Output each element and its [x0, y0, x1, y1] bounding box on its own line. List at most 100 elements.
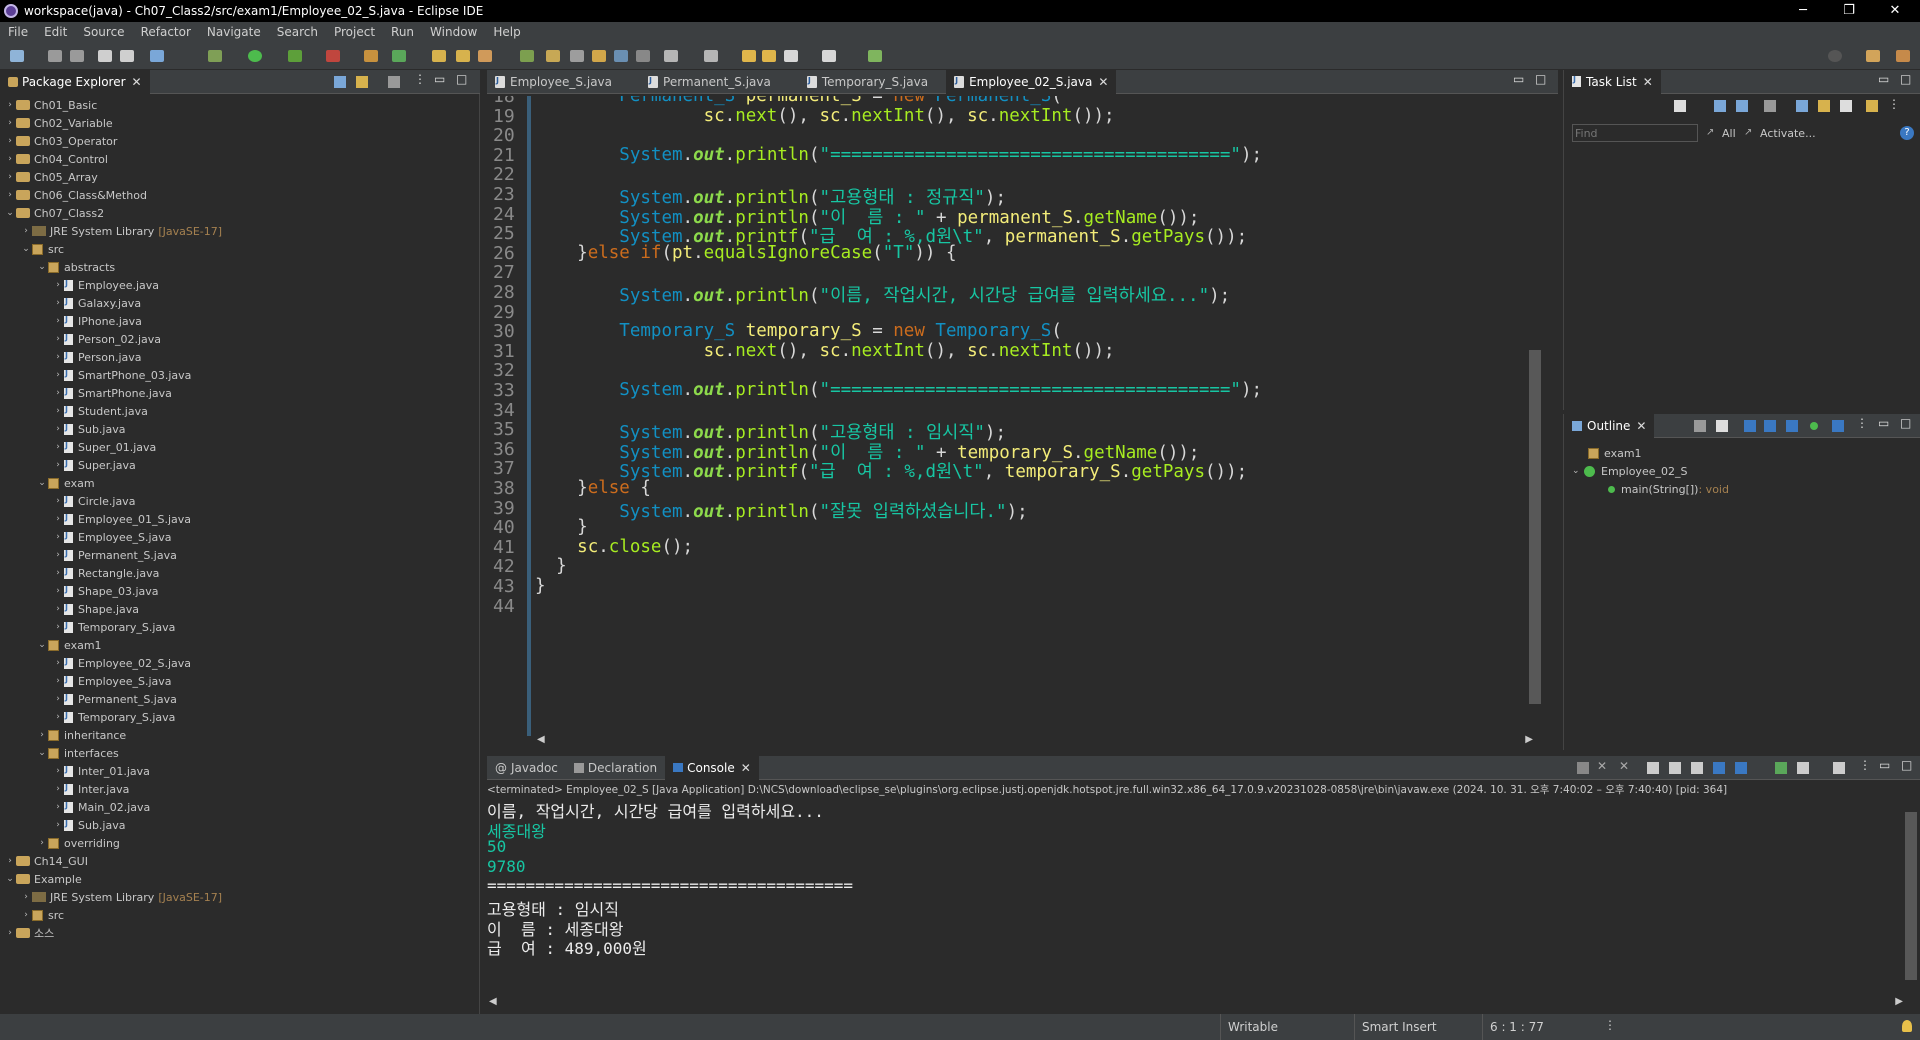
- editor-horizontal-scrollbar[interactable]: ◀ ▶: [535, 734, 1535, 748]
- show-stdout-icon[interactable]: [1713, 762, 1725, 774]
- menu-refactor[interactable]: Refactor: [141, 25, 191, 39]
- schedule-icon[interactable]: [1736, 100, 1748, 112]
- chevron-right-icon[interactable]: ›: [4, 856, 16, 866]
- link-editor-icon[interactable]: [1832, 420, 1844, 432]
- chevron-right-icon[interactable]: ›: [52, 406, 64, 416]
- tip-bulb-icon[interactable]: [1902, 1020, 1912, 1032]
- tree-item[interactable]: › Employee_S.java: [0, 672, 480, 690]
- tab-temporary-s[interactable]: Temporary_S.java: [799, 70, 936, 94]
- chevron-right-icon[interactable]: ›: [36, 730, 48, 740]
- chevron-right-icon[interactable]: ›: [52, 676, 64, 686]
- save-icon[interactable]: [48, 50, 62, 62]
- tree-item[interactable]: › Circle.java: [0, 492, 480, 510]
- tree-item[interactable]: ⌄ Ch07_Class2: [0, 204, 480, 222]
- new-class-icon[interactable]: [392, 50, 406, 62]
- run-icon[interactable]: [248, 50, 262, 62]
- task-filter-all[interactable]: All: [1722, 127, 1736, 140]
- close-icon[interactable]: ✕: [1098, 75, 1108, 89]
- tree-item[interactable]: ⌄ Example: [0, 870, 480, 888]
- tree-item[interactable]: › Employee_02_S.java: [0, 654, 480, 672]
- chevron-right-icon[interactable]: ›: [20, 892, 32, 902]
- external-tools-icon[interactable]: [326, 50, 340, 62]
- whitespace-icon[interactable]: [614, 50, 628, 62]
- chevron-right-icon[interactable]: ›: [52, 694, 64, 704]
- tree-item[interactable]: › Shape.java: [0, 600, 480, 618]
- remove-all-icon[interactable]: ✕: [1619, 759, 1629, 773]
- chevron-down-icon[interactable]: ⌄: [36, 478, 48, 488]
- sort-icon[interactable]: [1818, 100, 1830, 112]
- chevron-right-icon[interactable]: ›: [52, 712, 64, 722]
- java-perspective-icon[interactable]: [1896, 50, 1910, 62]
- menu-navigate[interactable]: Navigate: [207, 25, 261, 39]
- tree-item[interactable]: ⌄ abstracts: [0, 258, 480, 276]
- undo-icon[interactable]: [98, 50, 112, 62]
- annotation-icon[interactable]: [520, 50, 534, 62]
- tree-item[interactable]: › Sub.java: [0, 816, 480, 834]
- console-horizontal-scrollbar[interactable]: ◀ ▶: [487, 996, 1905, 1010]
- word-wrap-icon[interactable]: [1691, 762, 1703, 774]
- tree-item[interactable]: › Ch01_Basic: [0, 96, 480, 114]
- menu-run[interactable]: Run: [391, 25, 414, 39]
- console-scroll-thumb[interactable]: [1905, 812, 1917, 980]
- tab-declaration[interactable]: Declaration: [566, 756, 665, 780]
- tree-item[interactable]: › Inter.java: [0, 780, 480, 798]
- chevron-down-icon[interactable]: ⌄: [20, 244, 32, 254]
- back-edit-icon[interactable]: [742, 50, 756, 62]
- chevron-right-icon[interactable]: ›: [52, 496, 64, 506]
- forward-arrow-icon[interactable]: [822, 50, 836, 62]
- chevron-right-icon[interactable]: ›: [52, 820, 64, 830]
- chevron-down-icon[interactable]: ⌄: [4, 208, 16, 218]
- collapse-icon[interactable]: [1840, 100, 1852, 112]
- menu-help[interactable]: Help: [493, 25, 520, 39]
- view-menu-icon[interactable]: ⋮: [414, 72, 426, 86]
- tree-item[interactable]: › Employee_01_S.java: [0, 510, 480, 528]
- block-selection-icon[interactable]: [592, 50, 606, 62]
- chevron-right-icon[interactable]: ›: [52, 352, 64, 362]
- close-icon[interactable]: ✕: [1636, 419, 1646, 433]
- minimize-view-icon[interactable]: ▭: [1513, 72, 1524, 86]
- minimize-view-icon[interactable]: ▭: [1879, 758, 1890, 772]
- chevron-right-icon[interactable]: ›: [52, 532, 64, 542]
- sync-icon[interactable]: [1866, 100, 1878, 112]
- scroll-lock-icon[interactable]: [1669, 762, 1681, 774]
- task-find-input[interactable]: [1572, 124, 1698, 142]
- filter-icon[interactable]: [388, 76, 400, 88]
- open-folder-icon[interactable]: [456, 50, 470, 62]
- tree-item[interactable]: › Ch03_Operator: [0, 132, 480, 150]
- tree-item[interactable]: › Ch02_Variable: [0, 114, 480, 132]
- scroll-right-icon[interactable]: ▶: [1895, 996, 1903, 1007]
- hide-fields-icon[interactable]: [1744, 420, 1756, 432]
- collapse-all-icon[interactable]: [1694, 420, 1706, 432]
- code-line[interactable]: System.out.println("====================…: [535, 145, 1262, 165]
- maximize-view-icon[interactable]: □: [1900, 72, 1911, 86]
- chevron-right-icon[interactable]: ›: [52, 550, 64, 560]
- coverage-icon[interactable]: [288, 50, 302, 62]
- code-line[interactable]: sc.next(), sc.nextInt(), sc.nextInt());: [535, 106, 1115, 126]
- maximize-view-icon[interactable]: □: [1901, 758, 1912, 772]
- menu-source[interactable]: Source: [83, 25, 124, 39]
- task-activate-link[interactable]: Activate...: [1760, 127, 1816, 140]
- tree-item[interactable]: › Ch06_Class&Method: [0, 186, 480, 204]
- chevron-right-icon[interactable]: ›: [52, 622, 64, 632]
- paragraph-icon[interactable]: [636, 50, 650, 62]
- clear-console-icon[interactable]: [1647, 762, 1659, 774]
- tab-permanent-s[interactable]: Permanent_S.java: [640, 70, 779, 94]
- tree-item[interactable]: › Main_02.java: [0, 798, 480, 816]
- sort-icon[interactable]: [1716, 420, 1728, 432]
- hide-local-types-icon[interactable]: [1810, 422, 1818, 430]
- tree-item[interactable]: › IPhone.java: [0, 312, 480, 330]
- close-icon[interactable]: ✕: [132, 75, 142, 89]
- next-annotation-icon[interactable]: [664, 50, 678, 62]
- maximize-view-icon[interactable]: □: [1900, 416, 1911, 430]
- chevron-right-icon[interactable]: ›: [4, 136, 16, 146]
- tab-outline[interactable]: Outline ✕: [1564, 413, 1655, 438]
- tree-item[interactable]: › inheritance: [0, 726, 480, 744]
- chevron-right-icon[interactable]: ›: [52, 766, 64, 776]
- collapse-all-icon[interactable]: [334, 76, 346, 88]
- tab-package-explorer[interactable]: Package Explorer ✕: [0, 69, 150, 94]
- categorize-icon[interactable]: [1714, 100, 1726, 112]
- minimize-view-icon[interactable]: ▭: [1878, 72, 1889, 86]
- tree-item[interactable]: › Super_01.java: [0, 438, 480, 456]
- minimize-button[interactable]: ─: [1780, 0, 1826, 22]
- chevron-right-icon[interactable]: ›: [20, 226, 32, 236]
